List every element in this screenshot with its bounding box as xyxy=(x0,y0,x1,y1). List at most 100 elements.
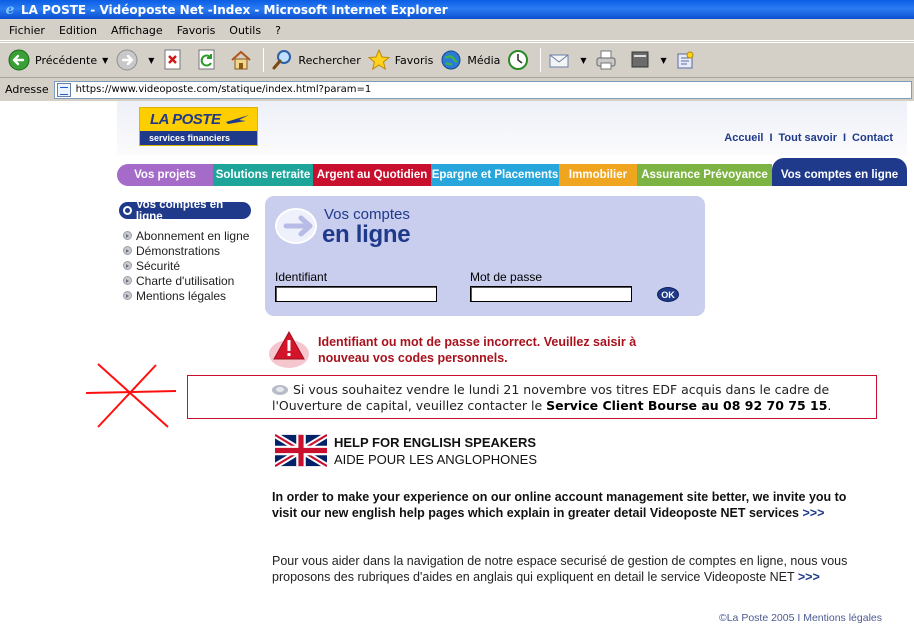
sidebar-item-abonnement[interactable]: Abonnement en ligne xyxy=(123,228,249,243)
arrow-bullet-icon xyxy=(123,246,132,255)
home-icon xyxy=(229,48,253,72)
link-contact[interactable]: Contact xyxy=(852,132,893,144)
menu-bar: Fichier Edition Affichage Favoris Outils… xyxy=(0,21,914,41)
forward-button[interactable] xyxy=(112,45,146,75)
notice-text: Si vous souhaitez vendre le lundi 21 nov… xyxy=(272,382,868,414)
ok-button[interactable]: OK xyxy=(657,287,679,302)
star-icon xyxy=(367,48,391,72)
english-more-link[interactable]: >>> xyxy=(802,506,824,520)
notice-end: . xyxy=(827,398,832,413)
link-tout-savoir[interactable]: Tout savoir xyxy=(779,132,837,144)
window-titlebar: e LA POSTE - Vidéoposte Net -Index - Mic… xyxy=(0,0,914,19)
page-viewport: LA POSTE services financiers Accueil I T… xyxy=(0,101,914,631)
messenger-button[interactable] xyxy=(671,45,705,75)
search-label: Rechercher xyxy=(298,53,361,67)
warning-icon xyxy=(269,330,309,368)
info-bubble-icon xyxy=(272,385,288,395)
stop-icon xyxy=(161,48,185,72)
stop-button[interactable] xyxy=(158,45,192,75)
back-dropdown-icon[interactable]: ▼ xyxy=(102,56,108,65)
french-more-link[interactable]: >>> xyxy=(798,570,820,584)
home-button[interactable] xyxy=(226,45,260,75)
back-label: Précédente xyxy=(35,53,98,67)
sidebar-item-securite[interactable]: Sécurité xyxy=(123,258,249,273)
sidebar-item-charte[interactable]: Charte d'utilisation xyxy=(123,273,249,288)
uk-flag-icon[interactable] xyxy=(275,433,327,468)
header-links: Accueil I Tout savoir I Contact xyxy=(724,132,893,144)
forward-arrow-icon xyxy=(115,48,139,72)
la-poste-logo[interactable]: LA POSTE services financiers xyxy=(139,107,258,146)
search-button[interactable]: Rechercher xyxy=(267,45,363,75)
link-separator: I xyxy=(842,132,847,144)
history-icon xyxy=(506,48,530,72)
tab-immobilier[interactable]: Immobilier xyxy=(559,164,637,186)
window-title: LA POSTE - Vidéoposte Net -Index - Micro… xyxy=(21,2,448,17)
arrow-bullet-icon xyxy=(123,276,132,285)
identifiant-label: Identifiant xyxy=(275,270,328,284)
menu-help[interactable]: ? xyxy=(268,24,288,37)
arrow-bullet-icon xyxy=(123,261,132,270)
logo-tagline: services financiers xyxy=(140,131,257,145)
back-button[interactable]: Précédente xyxy=(4,45,100,75)
address-input[interactable]: https://www.videoposte.com/statique/inde… xyxy=(53,80,912,99)
search-icon xyxy=(270,48,294,72)
edit-button[interactable] xyxy=(625,45,659,75)
history-button[interactable] xyxy=(503,45,537,75)
english-paragraph: In order to make your experience on our … xyxy=(272,489,862,521)
sidebar-item-label: Charte d'utilisation xyxy=(136,273,235,288)
menu-favoris[interactable]: Favoris xyxy=(170,24,223,37)
tab-solutions-retraite[interactable]: Solutions retraite xyxy=(213,164,313,186)
help-title[interactable]: HELP FOR ENGLISH SPEAKERS xyxy=(334,435,536,450)
back-arrow-icon xyxy=(7,48,31,72)
english-paragraph-text: In order to make your experience on our … xyxy=(272,490,847,520)
main-nav: Vos projets Solutions retraite Argent au… xyxy=(117,158,907,186)
print-button[interactable] xyxy=(591,45,625,75)
menu-outils[interactable]: Outils xyxy=(222,24,268,37)
menu-fichier[interactable]: Fichier xyxy=(0,24,52,37)
sidebar-item-mentions[interactable]: Mentions légales xyxy=(123,288,249,303)
footer-text[interactable]: ©La Poste 2005 I Mentions légales xyxy=(719,612,882,624)
link-accueil[interactable]: Accueil xyxy=(724,132,763,144)
arrow-circle-icon xyxy=(275,208,317,244)
sidebar-item-demonstrations[interactable]: Démonstrations xyxy=(123,243,249,258)
password-input[interactable] xyxy=(470,286,632,302)
media-label: Média xyxy=(467,53,501,67)
tab-epargne-et-placements[interactable]: Epargne et Placements xyxy=(431,164,559,186)
menu-edition[interactable]: Edition xyxy=(52,24,104,37)
arrow-bullet-icon xyxy=(123,291,132,300)
globe-media-icon xyxy=(439,48,463,72)
mail-dropdown-icon[interactable]: ▼ xyxy=(580,56,586,65)
notice-box: Si vous souhaitez vendre le lundi 21 nov… xyxy=(187,375,877,419)
edit-dropdown-icon[interactable]: ▼ xyxy=(661,56,667,65)
sidebar-item-label: Sécurité xyxy=(136,258,181,273)
tab-argent-au-quotidien[interactable]: Argent au Quotidien xyxy=(313,164,431,186)
bird-logo-icon xyxy=(226,115,249,124)
media-button[interactable]: Média xyxy=(436,45,503,75)
browser-toolbar: Précédente ▼ ▼ Rechercher Favoris Média … xyxy=(0,42,914,78)
logo-wordmark: LA POSTE xyxy=(150,111,221,128)
menu-affichage[interactable]: Affichage xyxy=(104,24,170,37)
french-paragraph: Pour vous aider dans la navigation de no… xyxy=(272,553,862,585)
mail-icon xyxy=(547,48,571,72)
toolbar-separator xyxy=(263,48,265,72)
site-header: LA POSTE services financiers Accueil I T… xyxy=(117,101,907,155)
research-icon xyxy=(674,48,698,72)
tab-assurance-prevoyance[interactable]: Assurance Prévoyance xyxy=(637,164,772,186)
tab-vos-projets[interactable]: Vos projets xyxy=(117,164,213,186)
address-label: Adresse xyxy=(5,83,49,96)
toolbar-separator xyxy=(540,48,542,72)
tab-vos-comptes-en-ligne[interactable]: Vos comptes en ligne xyxy=(772,158,907,186)
help-subtitle[interactable]: AIDE POUR LES ANGLOPHONES xyxy=(334,452,537,467)
forward-dropdown-icon[interactable]: ▼ xyxy=(148,56,154,65)
error-message: Identifiant ou mot de passe incorrect. V… xyxy=(318,335,637,365)
refresh-icon xyxy=(195,48,219,72)
favorites-button[interactable]: Favoris xyxy=(364,45,437,75)
sidebar-title-label: Vos comptes en ligne xyxy=(135,198,224,223)
refresh-button[interactable] xyxy=(192,45,226,75)
identifiant-input[interactable] xyxy=(275,286,437,302)
login-panel: Vos comptes en ligne Identifiant Mot de … xyxy=(265,196,705,316)
favorites-label: Favoris xyxy=(394,53,434,67)
page-icon xyxy=(56,82,71,97)
mail-button[interactable] xyxy=(544,45,578,75)
address-bar: Adresse https://www.videoposte.com/stati… xyxy=(0,79,914,100)
